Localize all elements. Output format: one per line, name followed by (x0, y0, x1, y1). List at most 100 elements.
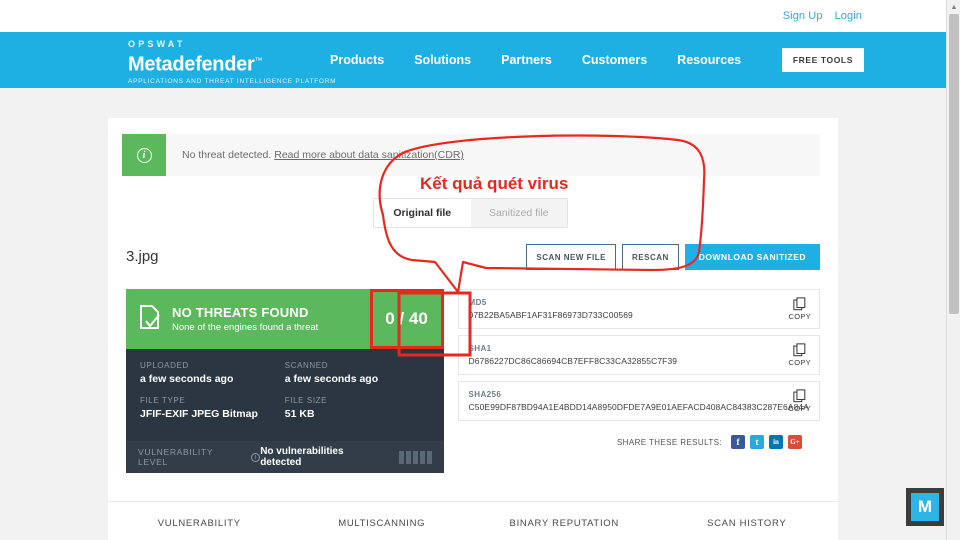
file-check-icon (138, 304, 162, 335)
free-tools-button[interactable]: FREE TOOLS (781, 48, 864, 72)
vulnerability-meter (398, 450, 432, 464)
copy-label: COPY (788, 312, 811, 321)
page-body: i No threat detected. Read more about da… (0, 88, 946, 540)
login-link[interactable]: Login (835, 10, 862, 22)
linkedin-icon[interactable]: in (769, 435, 783, 449)
metadata-label: FILE TYPE (140, 396, 186, 405)
engine-detection-count: 0 / 40 (369, 289, 444, 349)
twitter-icon[interactable]: t (750, 435, 764, 449)
verdict-column: NO THREATS FOUND None of the engines fou… (126, 289, 444, 473)
brand-eyebrow: OPSWAT (128, 39, 186, 49)
metadata-file-type: FILE TYPE JFIF-EXIF JPEG Bitmap (140, 396, 285, 420)
vulnerability-label-text: VULNERABILITY LEVEL (138, 447, 214, 467)
download-sanitized-button[interactable]: DOWNLOAD SANITIZED (684, 244, 820, 270)
hash-row-sha256: SHA256 C50E99DF87BD94A1E4BDD14A8950DFDE7… (457, 381, 820, 421)
verdict-subtitle: None of the engines found a threat (172, 322, 319, 333)
file-metadata: UPLOADED a few seconds ago SCANNED a few… (126, 349, 444, 441)
copy-md5-button[interactable]: COPY (789, 297, 811, 321)
hash-column: MD5 07B22BA5ABF1AF31F86973D733C00569 COP… (457, 289, 820, 473)
badge-letter: M (911, 493, 939, 521)
copy-icon (793, 343, 806, 357)
main-navigation: OPSWAT Metadefender™ APPLICATIONS AND TH… (0, 32, 946, 88)
metadata-value: JFIF-EXIF JPEG Bitmap (140, 408, 258, 420)
hash-value: C50E99DF87BD94A1E4BDD14A8950DFDE7A9E01AE… (468, 402, 809, 412)
verdict-texts: NO THREATS FOUND None of the engines fou… (172, 305, 318, 333)
banner-message: No threat detected. Read more about data… (166, 134, 464, 176)
banner-text: No threat detected. (182, 149, 272, 161)
metadata-scanned: SCANNED a few seconds ago (285, 361, 430, 385)
nav-item-resources[interactable]: Resources (677, 53, 741, 67)
trademark-icon: ™ (254, 56, 263, 65)
copy-label: COPY (788, 358, 811, 367)
nav-item-customers[interactable]: Customers (582, 53, 647, 67)
metadata-label: FILE SIZE (284, 396, 328, 405)
verdict-banner: NO THREATS FOUND None of the engines fou… (126, 289, 444, 349)
hash-label: SHA1 (468, 344, 492, 353)
sanitization-banner: i No threat detected. Read more about da… (122, 134, 820, 176)
vulnerability-info-icon[interactable]: i (251, 452, 261, 462)
copy-sha1-button[interactable]: COPY (789, 343, 811, 367)
metadefender-badge[interactable]: M (906, 488, 944, 526)
copy-sha256-button[interactable]: COPY (789, 389, 811, 413)
facebook-icon[interactable]: f (731, 435, 745, 449)
tab-sanitized-file[interactable]: Sanitized file (470, 199, 567, 227)
scroll-up-arrow[interactable]: ▲ (947, 0, 960, 14)
annotation-text: Kết quả quét virus (420, 174, 569, 193)
hash-texts: SHA256 C50E99DF87BD94A1E4BDD14A8950DFDE7… (469, 390, 809, 412)
tab-original-file[interactable]: Original file (374, 199, 471, 227)
nav-links: Products Solutions Partners Customers Re… (330, 32, 741, 88)
brand-logo[interactable]: OPSWAT Metadefender™ APPLICATIONS AND TH… (128, 39, 336, 87)
googleplus-icon[interactable]: G+ (788, 435, 802, 449)
info-icon: i (136, 147, 152, 163)
meter-segment (419, 450, 425, 464)
brand-name: Metadefender™ (128, 50, 262, 76)
hash-row-md5: MD5 07B22BA5ABF1AF31F86973D733C00569 COP… (457, 289, 820, 329)
copy-icon (793, 389, 806, 403)
hash-value: D6786227DC86C86694CB7EFF8C33CA32855C7F39 (468, 356, 678, 366)
tab-binary-reputation[interactable]: BINARY REPUTATION (473, 502, 656, 540)
copy-icon (793, 297, 806, 311)
hash-label: SHA256 (468, 390, 502, 399)
page-scrollbar[interactable]: ▲ (946, 0, 960, 540)
scan-new-file-button[interactable]: SCAN NEW FILE (526, 244, 616, 270)
sign-up-link[interactable]: Sign Up (783, 10, 823, 22)
meter-segment (405, 450, 411, 464)
rescan-button[interactable]: RESCAN (622, 244, 679, 270)
meter-segment (398, 450, 404, 464)
verdict-title: NO THREATS FOUND (172, 305, 309, 320)
file-view-tabs: Original file Sanitized file (373, 198, 568, 228)
nav-item-partners[interactable]: Partners (501, 53, 552, 67)
meter-segment (412, 450, 418, 464)
tab-scan-history[interactable]: SCAN HISTORY (656, 502, 839, 540)
utility-bar: Sign Up Login (0, 0, 946, 32)
metadata-label: SCANNED (284, 361, 329, 370)
hash-texts: MD5 07B22BA5ABF1AF31F86973D733C00569 (469, 298, 633, 320)
meter-segment (426, 450, 432, 464)
vulnerability-level-label: VULNERABILITY LEVEL i (138, 447, 261, 467)
tab-vulnerability[interactable]: VULNERABILITY (108, 502, 291, 540)
banner-icon-box: i (122, 134, 166, 176)
nav-item-products[interactable]: Products (330, 53, 384, 67)
file-header-row: 3.jpg SCAN NEW FILE RESCAN DOWNLOAD SANI… (126, 244, 820, 278)
banner-link[interactable]: Read more about data sanitization(CDR) (274, 149, 464, 161)
vulnerability-level-bar: VULNERABILITY LEVEL i No vulnerabilities… (126, 441, 444, 473)
brand-tagline: APPLICATIONS AND THREAT INTELLIGENCE PLA… (128, 77, 337, 85)
share-label: SHARE THESE RESULTS: (616, 437, 722, 447)
metadata-grid: UPLOADED a few seconds ago SCANNED a few… (140, 361, 430, 431)
metadata-file-size: FILE SIZE 51 KB (285, 396, 430, 420)
hash-value: 07B22BA5ABF1AF31F86973D733C00569 (468, 310, 633, 320)
share-results: SHARE THESE RESULTS: f t in G+ (458, 435, 802, 449)
metadata-uploaded: UPLOADED a few seconds ago (140, 361, 285, 385)
nav-item-solutions[interactable]: Solutions (414, 53, 471, 67)
brand-name-text: Metadefender (128, 53, 255, 76)
detail-tabs: VULNERABILITY MULTISCANNING BINARY REPUT… (108, 501, 838, 540)
scrollbar-thumb[interactable] (949, 14, 959, 314)
metadata-label: UPLOADED (140, 361, 189, 370)
file-actions: SCAN NEW FILE RESCAN DOWNLOAD SANITIZED (526, 244, 820, 270)
hash-texts: SHA1 D6786227DC86C86694CB7EFF8C33CA32855… (469, 344, 678, 366)
copy-label: COPY (788, 404, 811, 413)
tab-multiscanning[interactable]: MULTISCANNING (291, 502, 474, 540)
metadata-value: 51 KB (284, 408, 315, 420)
metadata-value: a few seconds ago (140, 373, 234, 385)
vulnerability-status: No vulnerabilities detected (260, 446, 344, 468)
